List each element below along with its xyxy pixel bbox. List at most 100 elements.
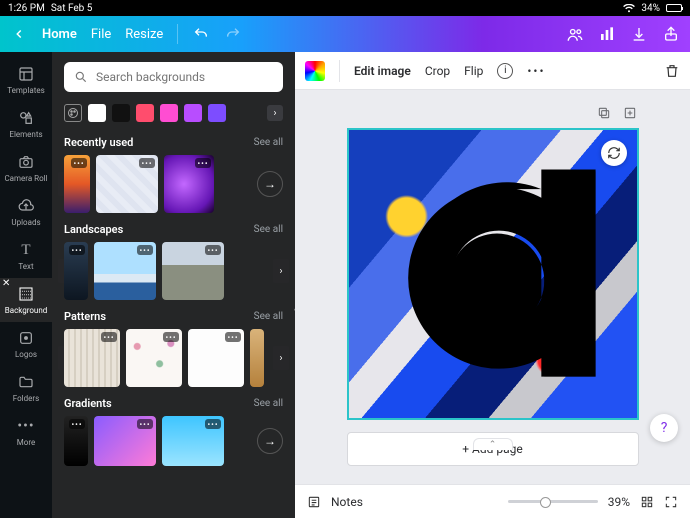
share-icon[interactable] xyxy=(662,25,680,43)
undo-icon[interactable] xyxy=(192,25,210,43)
elements-icon xyxy=(17,109,35,127)
rail-background[interactable]: ✕ Background xyxy=(0,278,52,322)
nav-rail: Templates Elements Camera Roll Uploads T… xyxy=(0,52,52,518)
thumb-grad-2[interactable]: ••• xyxy=(94,416,156,466)
thumb-more-icon[interactable]: ••• xyxy=(137,245,153,255)
rail-camera-roll[interactable]: Camera Roll xyxy=(0,146,52,190)
thumb-recent-3[interactable]: ••• xyxy=(164,155,214,213)
thumb-land-3[interactable]: ••• xyxy=(162,242,224,300)
thumb-land-2[interactable]: ••• xyxy=(94,242,156,300)
section-landscapes-title: Landscapes xyxy=(64,223,123,236)
thumb-more-icon[interactable]: ••• xyxy=(225,332,241,342)
crop-button[interactable]: Crop xyxy=(425,64,450,78)
delete-icon[interactable] xyxy=(664,63,680,79)
resize-menu[interactable]: Resize xyxy=(125,27,163,42)
overflow-icon[interactable]: ••• xyxy=(527,64,545,78)
zoom-slider[interactable] xyxy=(508,500,598,503)
gradients-next-circle[interactable]: → xyxy=(257,428,283,454)
recent-see-all[interactable]: See all xyxy=(254,137,283,148)
rail-folders[interactable]: Folders xyxy=(0,366,52,410)
insights-icon[interactable] xyxy=(598,25,616,43)
thumb-recent-1[interactable]: ••• xyxy=(64,155,90,213)
duplicate-page-icon[interactable] xyxy=(595,104,613,122)
thumb-more-icon[interactable]: ••• xyxy=(101,332,117,342)
color-purple[interactable] xyxy=(184,104,202,122)
rail-uploads[interactable]: Uploads xyxy=(0,190,52,234)
edit-image-button[interactable]: Edit image xyxy=(354,64,411,78)
add-page-icon[interactable] xyxy=(621,104,639,122)
status-date: Sat Feb 5 xyxy=(51,3,93,14)
thumb-more-icon[interactable]: ••• xyxy=(69,245,85,255)
thumb-more-icon[interactable]: ••• xyxy=(139,158,155,168)
color-picker-icon[interactable] xyxy=(305,61,325,81)
canvas-scroll[interactable]: + Add page ? ⌃ xyxy=(295,90,690,484)
redo-icon[interactable] xyxy=(224,25,242,43)
thumb-more-icon[interactable]: ••• xyxy=(71,158,87,168)
color-white[interactable] xyxy=(88,104,106,122)
uploads-icon xyxy=(17,197,35,215)
color-pink[interactable] xyxy=(160,104,178,122)
search-input[interactable] xyxy=(96,70,273,84)
thumb-land-1[interactable]: ••• xyxy=(64,242,88,300)
gradients-see-all[interactable]: See all xyxy=(254,398,283,409)
patterns-next[interactable]: › xyxy=(273,346,289,370)
download-icon[interactable] xyxy=(630,25,648,43)
info-icon[interactable]: i xyxy=(497,63,513,79)
rail-logos[interactable]: Logos xyxy=(0,322,52,366)
color-black[interactable] xyxy=(112,104,130,122)
canvas-page[interactable] xyxy=(347,128,639,420)
landscapes-next[interactable]: › xyxy=(273,259,289,283)
bottom-bar: Notes 39% xyxy=(295,484,690,518)
top-toolbar: Home File Resize xyxy=(0,16,690,52)
thumb-pat-1[interactable]: ••• xyxy=(64,329,120,387)
thumb-grad-1[interactable]: ••• xyxy=(64,416,88,466)
notes-icon[interactable] xyxy=(307,495,321,509)
back-icon[interactable] xyxy=(10,25,28,43)
rail-text[interactable]: T Text xyxy=(0,234,52,278)
regenerate-icon[interactable] xyxy=(601,140,627,166)
logos-icon xyxy=(17,329,35,347)
colors-next[interactable]: › xyxy=(267,105,283,121)
thumb-more-icon[interactable]: ••• xyxy=(205,245,221,255)
file-menu[interactable]: File xyxy=(91,27,111,42)
close-icon[interactable]: ✕ xyxy=(2,278,10,289)
fullscreen-icon[interactable] xyxy=(664,495,678,509)
thumb-pat-3[interactable]: ••• xyxy=(188,329,244,387)
patterns-see-all[interactable]: See all xyxy=(254,311,283,322)
ipad-status-bar: 1:26 PM Sat Feb 5 34% xyxy=(0,0,690,16)
color-red[interactable] xyxy=(136,104,154,122)
thumb-recent-2[interactable]: ••• xyxy=(96,155,158,213)
rail-templates[interactable]: Templates xyxy=(0,58,52,102)
search-icon xyxy=(74,70,88,84)
home-button[interactable]: Home xyxy=(42,27,77,42)
page-grid-handle[interactable]: ⌃ xyxy=(473,438,513,450)
recent-next-circle[interactable]: → xyxy=(257,171,283,197)
thumb-more-icon[interactable]: ••• xyxy=(137,419,153,429)
canvas-area: Edit image Crop Flip i ••• xyxy=(295,52,690,518)
section-recent-title: Recently used xyxy=(64,136,133,149)
thumb-grad-3[interactable]: ••• xyxy=(162,416,224,466)
zoom-value[interactable]: 39% xyxy=(608,495,630,509)
thumb-more-icon[interactable]: ••• xyxy=(195,158,211,168)
wifi-icon xyxy=(623,4,635,13)
help-icon[interactable]: ? xyxy=(650,414,678,442)
collaborators-icon[interactable] xyxy=(566,25,584,43)
landscapes-see-all[interactable]: See all xyxy=(254,224,283,235)
more-icon: ••• xyxy=(17,417,35,435)
color-violet[interactable] xyxy=(208,104,226,122)
thumb-pat-2[interactable]: ••• xyxy=(126,329,182,387)
notes-button[interactable]: Notes xyxy=(331,495,363,509)
flip-button[interactable]: Flip xyxy=(464,64,483,78)
thumb-more-icon[interactable]: ••• xyxy=(163,332,179,342)
grid-view-icon[interactable] xyxy=(640,495,654,509)
thumb-more-icon[interactable]: ••• xyxy=(69,419,85,429)
rail-more[interactable]: ••• More xyxy=(0,410,52,454)
rail-elements[interactable]: Elements xyxy=(0,102,52,146)
status-time: 1:26 PM xyxy=(8,3,45,14)
thumb-more-icon[interactable]: ••• xyxy=(205,419,221,429)
thumb-pat-4[interactable] xyxy=(250,329,264,387)
section-patterns-title: Patterns xyxy=(64,310,106,323)
palette-icon[interactable] xyxy=(64,104,82,122)
search-input-wrap[interactable] xyxy=(64,62,283,92)
context-toolbar: Edit image Crop Flip i ••• xyxy=(295,52,690,90)
